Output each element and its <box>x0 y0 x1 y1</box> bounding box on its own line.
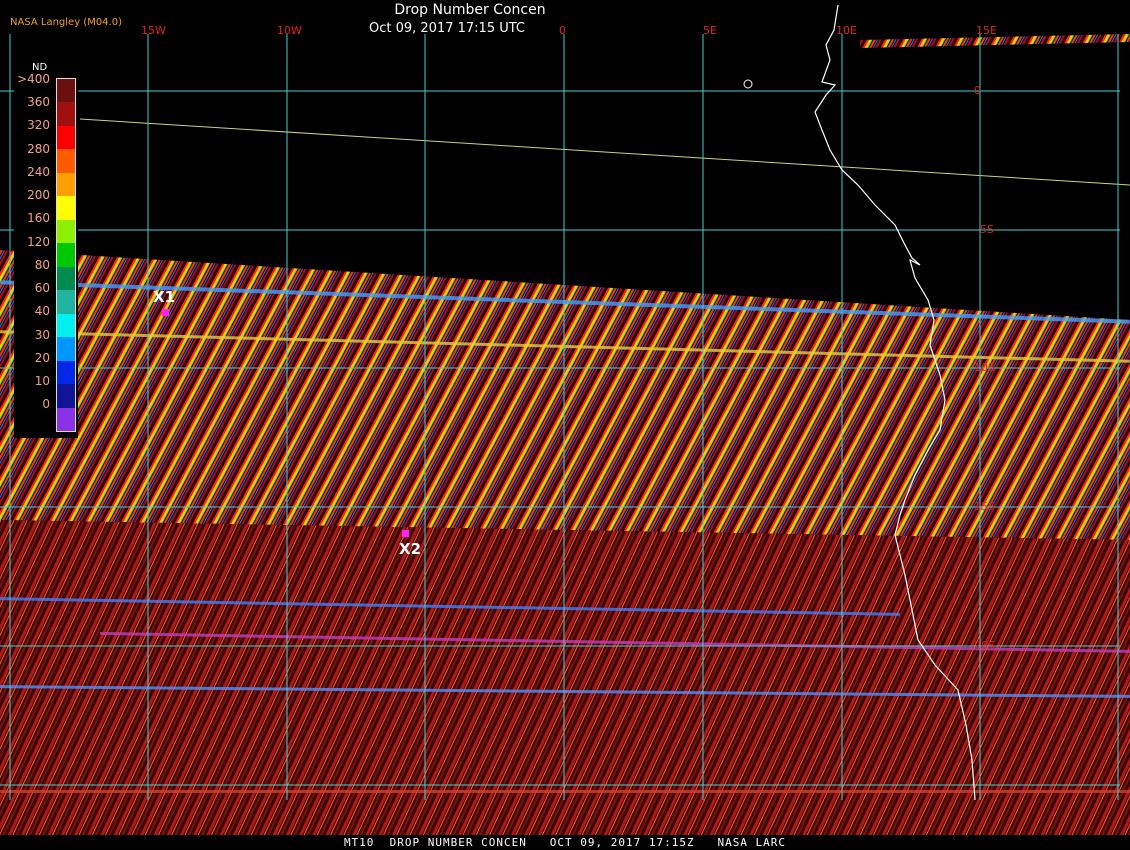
satellite-map <box>0 0 1130 850</box>
marker-x1 <box>162 309 169 316</box>
lat-label-5s: 5S <box>980 223 994 236</box>
lat-label-10s: 10S <box>974 361 995 374</box>
lat-label-20s: 20S <box>974 639 995 652</box>
legend-swatch <box>57 266 75 291</box>
lon-label-15w: 15W <box>141 24 166 37</box>
legend-swatch <box>57 196 75 221</box>
legend-swatch <box>57 243 75 268</box>
footer-caption: MT10 DROP NUMBER CONCEN OCT 09, 2017 17:… <box>0 836 1130 850</box>
legend-label: 360 <box>27 95 50 110</box>
marker-x2-label: X2 <box>399 540 422 558</box>
legend-colorbar <box>56 78 76 432</box>
legend-label: 160 <box>27 211 50 226</box>
legend-swatch <box>57 360 75 385</box>
legend-label: 60 <box>34 281 50 296</box>
legend-swatch <box>57 219 75 244</box>
lon-label-0: 0 <box>559 24 566 37</box>
legend-swatch <box>57 290 75 315</box>
legend-swatch <box>57 79 75 103</box>
legend-label: 120 <box>27 234 50 249</box>
legend-label: 40 <box>34 304 50 319</box>
marker-x2 <box>402 530 409 537</box>
legend-swatch <box>57 384 75 409</box>
lon-label-10e: 10E <box>836 24 857 37</box>
legend-label: 0 <box>42 397 50 412</box>
legend-label: 80 <box>34 257 50 272</box>
swath-lower <box>0 520 1130 835</box>
lat-label-15s: 15S <box>974 500 995 513</box>
legend-label: 320 <box>27 118 50 133</box>
legend-label: 10 <box>34 374 50 389</box>
legend-swatch <box>57 102 75 127</box>
legend-label: 20 <box>34 350 50 365</box>
map-title: Drop Number Concen <box>394 2 546 18</box>
legend-swatch <box>57 172 75 197</box>
legend-swatch <box>57 125 75 150</box>
lat-label-0: 0 <box>974 84 981 97</box>
lon-label-10w: 10W <box>277 24 302 37</box>
marker-x1-label: X1 <box>153 288 176 306</box>
lon-label-15e: 15E <box>976 24 997 37</box>
lon-label-5e: 5E <box>703 24 717 37</box>
legend-swatch <box>57 313 75 338</box>
legend-label: 280 <box>27 141 50 156</box>
legend-swatch <box>57 407 75 432</box>
color-legend: ND >400 360 320 280 240 200 160 120 80 60 40 30 20 10… <box>14 62 78 438</box>
legend-swatch <box>57 149 75 174</box>
legend-swatch <box>57 337 75 362</box>
legend-label: 30 <box>34 327 50 342</box>
legend-label: >400 <box>17 72 50 86</box>
legend-label: 240 <box>27 164 50 179</box>
map-datetime: Oct 09, 2017 17:15 UTC <box>369 21 525 36</box>
legend-label: 200 <box>27 188 50 203</box>
